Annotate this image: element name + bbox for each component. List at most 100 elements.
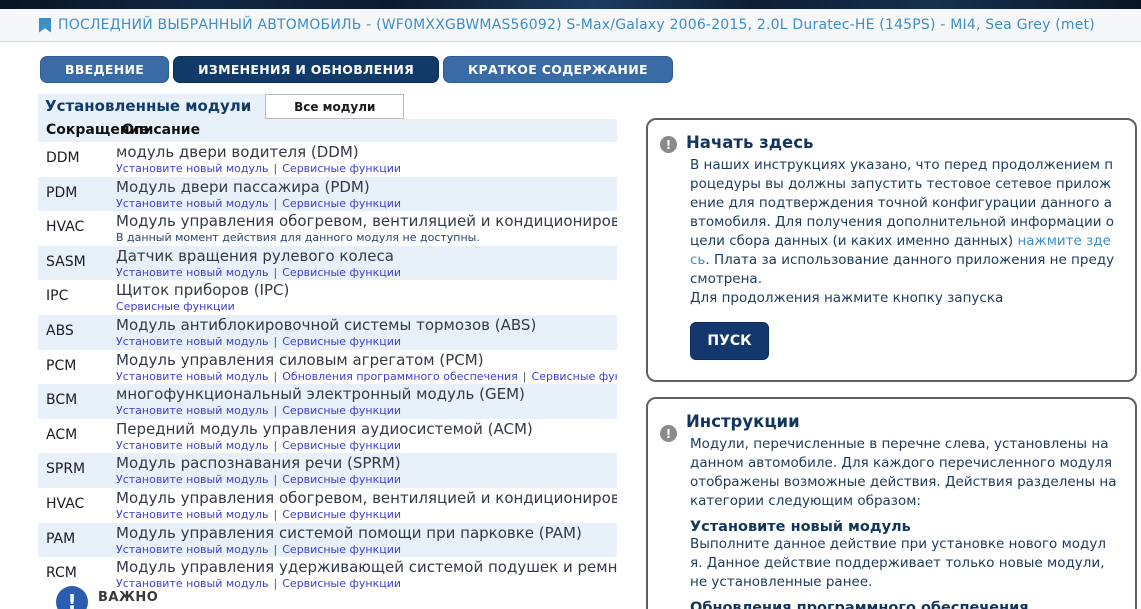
module-abbreviation: ACM xyxy=(38,419,116,454)
tab-1[interactable]: ИЗМЕНЕНИЯ И ОБНОВЛЕНИЯ xyxy=(173,56,439,83)
modules-table-body: DDMмодуль двери водителя (DDM)Установите… xyxy=(38,142,617,592)
start-here-body: В наших инструкциях указано, что перед п… xyxy=(690,156,1117,308)
modules-table: Сокращение Описание DDMмодуль двери води… xyxy=(38,119,617,592)
link-separator: | xyxy=(269,197,283,210)
table-row: BCMмногофункциональный электронный модул… xyxy=(38,384,617,419)
link-separator: | xyxy=(269,473,283,486)
module-actions: Установите новый модуль|Сервисные функци… xyxy=(116,542,617,557)
exclamation-icon: ! xyxy=(56,586,88,609)
module-title: Модуль антиблокировочной системы тормозо… xyxy=(116,316,617,334)
important-label: ВАЖНО xyxy=(98,590,158,605)
last-vehicle-header: ПОСЛЕДНИЙ ВЫБРАННЫЙ АВТОМОБИЛЬ - (WF0MXX… xyxy=(0,9,1141,42)
instruction-section-heading: Обновления программного обеспечения xyxy=(690,600,1117,609)
tab-0[interactable]: ВВЕДЕНИЕ xyxy=(40,56,169,83)
module-actions: Установите новый модуль|Сервисные функци… xyxy=(116,196,617,211)
module-action-link[interactable]: Установите новый модуль xyxy=(116,404,269,417)
module-action-link[interactable]: Установите новый модуль xyxy=(116,439,269,452)
module-action-link[interactable]: Сервисные функции xyxy=(282,162,401,175)
last-vehicle-title[interactable]: ПОСЛЕДНИЙ ВЫБРАННЫЙ АВТОМОБИЛЬ - (WF0MXX… xyxy=(58,17,1095,33)
link-separator: | xyxy=(269,439,283,452)
link-separator: | xyxy=(269,577,283,590)
table-row: ABSМодуль антиблокировочной системы торм… xyxy=(38,315,617,350)
modules-column: Установленные модули Все модули Сокращен… xyxy=(38,94,617,592)
module-actions: Установите новый модуль|Сервисные функци… xyxy=(116,403,617,418)
module-description-cell: Модуль управления обогревом, вентиляцией… xyxy=(116,488,617,523)
module-action-link[interactable]: Установите новый модуль xyxy=(116,543,269,556)
module-action-link[interactable]: Сервисные функции xyxy=(282,197,401,210)
module-action-link[interactable]: Сервисные функции xyxy=(282,543,401,556)
module-description-cell: Модуль двери пассажира (PDM)Установите н… xyxy=(116,177,617,212)
module-description-cell: Модуль антиблокировочной системы тормозо… xyxy=(116,315,617,350)
module-description-cell: Модуль управления удерживающей системой … xyxy=(116,557,617,592)
launch-button[interactable]: ПУСК xyxy=(690,322,769,360)
module-abbreviation: HVAC xyxy=(38,488,116,523)
module-action-link[interactable]: Сервисные функции xyxy=(282,577,401,590)
module-subtabs: Установленные модули Все модули xyxy=(38,94,617,119)
module-action-link[interactable]: Сервисные функции xyxy=(282,439,401,452)
link-separator: | xyxy=(518,370,532,383)
tab-2[interactable]: КРАТКОЕ СОДЕРЖАНИЕ xyxy=(443,56,673,83)
module-action-link[interactable]: Сервисные функции xyxy=(282,335,401,348)
module-action-link[interactable]: Сервисные функции xyxy=(282,404,401,417)
link-separator: | xyxy=(269,370,283,383)
module-abbreviation: PDM xyxy=(38,177,116,212)
module-title: модуль двери водителя (DDM) xyxy=(116,143,617,161)
module-actions: Установите новый модуль|Сервисные функци… xyxy=(116,438,617,453)
module-description-cell: Датчик вращения рулевого колесаУстановит… xyxy=(116,246,617,281)
module-action-link[interactable]: Установите новый модуль xyxy=(116,335,269,348)
module-action-link[interactable]: Сервисные функции xyxy=(282,508,401,521)
module-abbreviation: ABS xyxy=(38,315,116,350)
module-description-cell: Модуль управления системой помощи при па… xyxy=(116,523,617,558)
module-title: многофункциональный электронный модуль (… xyxy=(116,385,617,403)
module-action-link[interactable]: Установите новый модуль xyxy=(116,162,269,175)
module-description-cell: Модуль управления силовым агрегатом (PCM… xyxy=(116,350,617,385)
table-row: IPCЩиток приборов (IPC)Сервисные функции xyxy=(38,280,617,315)
bookmark-icon xyxy=(39,18,51,33)
module-title: Модуль распознавания речи (SPRM) xyxy=(116,454,617,472)
module-action-link[interactable]: Сервисные функции xyxy=(116,300,235,313)
module-actions: Установите новый модуль|Сервисные функци… xyxy=(116,472,617,487)
module-action-link[interactable]: Установите новый модуль xyxy=(116,508,269,521)
module-description-cell: многофункциональный электронный модуль (… xyxy=(116,384,617,419)
module-action-link[interactable]: Установите новый модуль xyxy=(116,197,269,210)
module-title: Датчик вращения рулевого колеса xyxy=(116,247,617,265)
module-action-link[interactable]: Установите новый модуль xyxy=(116,370,269,383)
module-title: Модуль управления силовым агрегатом (PCM… xyxy=(116,351,617,369)
info-icon: ! xyxy=(660,425,677,442)
table-row: PCMМодуль управления силовым агрегатом (… xyxy=(38,350,617,385)
table-row: SPRMМодуль распознавания речи (SPRM)Уста… xyxy=(38,453,617,488)
module-abbreviation: DDM xyxy=(38,142,116,177)
start-here-line2: Для продолжения нажмите кнопку запуска xyxy=(690,289,1117,308)
module-abbreviation: HVAC xyxy=(38,211,116,246)
module-abbreviation: PAM xyxy=(38,523,116,558)
module-title: Передний модуль управления аудиосистемой… xyxy=(116,420,617,438)
module-action-link[interactable]: Сервисные функции xyxy=(532,370,617,383)
module-action-link[interactable]: Сервисные функции xyxy=(282,473,401,486)
column-header-description: Описание xyxy=(122,122,200,138)
module-action-link[interactable]: Установите новый модуль xyxy=(116,266,269,279)
instruction-sections: Установите новый модульВыполните данное … xyxy=(662,519,1117,609)
module-action-link[interactable]: Сервисные функции xyxy=(282,266,401,279)
module-description-cell: Передний модуль управления аудиосистемой… xyxy=(116,419,617,454)
module-actions: Установите новый модуль|Сервисные функци… xyxy=(116,161,617,176)
table-row: PDMМодуль двери пассажира (PDM)Установит… xyxy=(38,177,617,212)
module-description-cell: Модуль управления обогревом, вентиляцией… xyxy=(116,211,617,246)
module-abbreviation: BCM xyxy=(38,384,116,419)
start-here-text-after: . Плата за использование данного приложе… xyxy=(690,252,1114,287)
module-action-link[interactable]: Обновления программного обеспечения xyxy=(282,370,518,383)
table-row: DDMмодуль двери водителя (DDM)Установите… xyxy=(38,142,617,177)
module-description-cell: Модуль распознавания речи (SPRM)Установи… xyxy=(116,453,617,488)
module-actions: Установите новый модуль|Обновления прогр… xyxy=(116,369,617,384)
module-action-link[interactable]: Установите новый модуль xyxy=(116,473,269,486)
module-title: Модуль управления обогревом, вентиляцией… xyxy=(116,212,617,230)
link-separator: | xyxy=(269,508,283,521)
top-decor-strip xyxy=(0,0,1141,9)
module-description-cell: модуль двери водителя (DDM)Установите но… xyxy=(116,142,617,177)
table-row: ACMПередний модуль управления аудиосисте… xyxy=(38,419,617,454)
module-actions: Установите новый модуль|Сервисные функци… xyxy=(116,576,617,591)
subtab-all-modules[interactable]: Все модули xyxy=(265,94,404,119)
subtab-installed-modules[interactable]: Установленные модули xyxy=(38,94,265,119)
table-row: HVACМодуль управления обогревом, вентиля… xyxy=(38,211,617,246)
link-separator: | xyxy=(269,335,283,348)
important-section: ! ВАЖНО xyxy=(56,586,158,609)
